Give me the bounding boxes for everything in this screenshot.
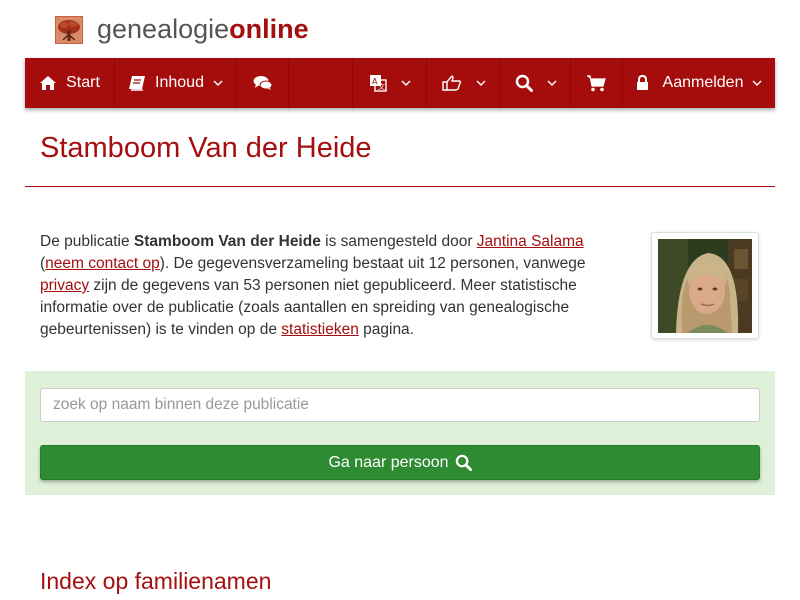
nav-inhoud[interactable]: Inhoud <box>115 58 237 108</box>
chevron-down-icon <box>547 80 556 86</box>
privacy-link[interactable]: privacy <box>40 277 89 294</box>
search-icon <box>455 454 472 471</box>
author-link[interactable]: Jantina Salama <box>477 233 584 250</box>
nav-search[interactable] <box>501 58 571 108</box>
nav-aanmelden-label: Aanmelden <box>662 74 744 91</box>
nav-shop[interactable] <box>571 58 623 108</box>
site-header: genealogieonline <box>0 0 800 58</box>
person-search-panel: Ga naar persoon <box>25 371 775 495</box>
chevron-down-icon <box>476 80 485 86</box>
language-icon: A文 <box>369 75 387 92</box>
person-search-input[interactable] <box>40 388 760 422</box>
tree-logo-icon[interactable] <box>55 16 83 44</box>
go-to-person-label: Ga naar persoon <box>328 453 449 471</box>
nav-inhoud-label: Inhoud <box>155 74 204 91</box>
nav-start[interactable]: Start <box>25 58 115 108</box>
nav-forum[interactable] <box>237 58 289 108</box>
svg-text:文: 文 <box>378 82 385 91</box>
chevron-down-icon <box>213 80 223 86</box>
search-icon <box>515 74 533 92</box>
title-divider <box>25 186 775 187</box>
site-logo[interactable]: genealogieonline <box>97 12 309 46</box>
home-icon <box>40 76 57 90</box>
contact-link[interactable]: neem contact op <box>45 255 160 272</box>
statistics-link[interactable]: statistieken <box>281 321 359 338</box>
logo-text-light: genealogie <box>97 14 230 44</box>
intro-text-2: is samengesteld door <box>320 233 477 250</box>
author-photo <box>658 239 752 333</box>
nav-aanmelden[interactable]: Aanmelden <box>623 58 775 108</box>
publication-intro: De publicatie Stamboom Van der Heide is … <box>40 231 620 341</box>
intro-text-6: pagina. <box>358 321 414 338</box>
chevron-down-icon <box>401 80 410 86</box>
author-avatar[interactable] <box>651 232 759 339</box>
main-nav: Start Inhoud A文 Aanmelden <box>25 58 775 108</box>
book-icon <box>129 76 146 91</box>
intro-text-4: ). De gegevensverzameling bestaat uit 12… <box>159 255 586 272</box>
nav-language[interactable]: A文 <box>353 58 427 108</box>
logo-text-bold: online <box>229 14 309 44</box>
page-title: Stamboom Van der Heide <box>40 132 372 164</box>
nav-like[interactable] <box>427 58 501 108</box>
intro-text-1: De publicatie <box>40 233 134 250</box>
publication-name: Stamboom Van der Heide <box>133 233 321 250</box>
chevron-down-icon <box>752 80 762 86</box>
nav-start-label: Start <box>66 74 100 91</box>
comments-icon <box>253 76 272 90</box>
go-to-person-button[interactable]: Ga naar persoon <box>40 445 760 480</box>
nav-spacer <box>289 58 353 108</box>
surname-index-title: Index op familienamen <box>40 568 272 594</box>
cart-icon <box>587 74 606 91</box>
lock-icon <box>636 75 648 90</box>
thumbs-up-icon <box>441 75 461 91</box>
